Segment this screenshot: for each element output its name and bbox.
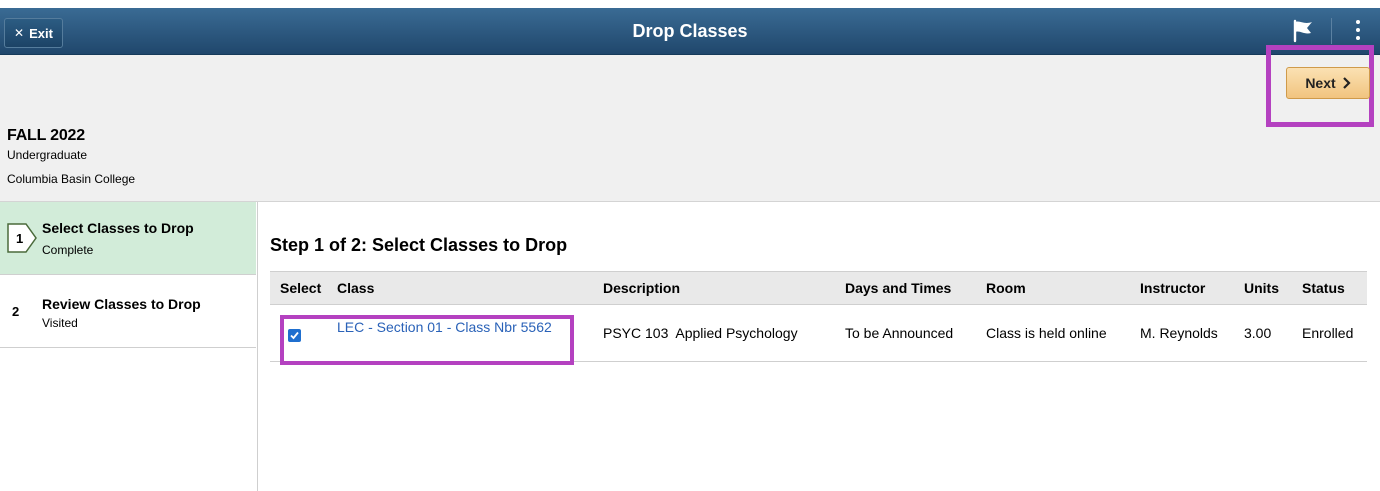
instructor-cell: M. Reynolds (1140, 304, 1244, 362)
flag-icon (1293, 19, 1312, 43)
more-vertical-icon[interactable] (1346, 16, 1370, 46)
step-1-arrow-icon: 1 (7, 223, 37, 253)
column-header: Room (986, 271, 1140, 305)
column-header: Description (603, 271, 845, 305)
class-cell: LEC - Section 01 - Class Nbr 5562 (337, 304, 603, 362)
column-header: Days and Times (845, 271, 986, 305)
term-banner: FALL 2022 Undergraduate Columbia Basin C… (0, 55, 1380, 202)
step-select-classes[interactable]: 1 Select Classes to Drop Complete (0, 202, 256, 275)
select-cell (270, 304, 337, 362)
term-label: FALL 2022 (7, 127, 85, 144)
exit-button[interactable]: ✕ Exit (4, 18, 63, 48)
column-header: Status (1302, 271, 1367, 305)
checkmark-icon (290, 331, 299, 340)
header-divider (1331, 18, 1332, 44)
step-navigation: 1 Select Classes to Drop Complete 2 Revi… (0, 202, 258, 491)
column-header: Instructor (1140, 271, 1244, 305)
table-header-row: Select Class Description Days and Times … (270, 271, 1367, 305)
step-status: Complete (42, 243, 94, 257)
next-label: Next (1305, 75, 1336, 91)
chevron-right-icon (1342, 77, 1351, 89)
classes-table: Select Class Description Days and Times … (270, 271, 1367, 362)
days-times-cell: To be Announced (845, 304, 986, 362)
career-label: Undergraduate (7, 148, 88, 162)
title-bar: ✕ Exit Drop Classes (0, 8, 1380, 55)
column-header: Class (337, 271, 603, 305)
page-title: Drop Classes (632, 21, 748, 41)
step-title: Review Classes to Drop (42, 296, 201, 312)
status-cell: Enrolled (1302, 304, 1367, 362)
room-cell: Class is held online (986, 304, 1140, 362)
step-number: 1 (16, 231, 23, 246)
top-strip (0, 0, 1380, 8)
institution-label: Columbia Basin College (7, 172, 136, 186)
next-button[interactable]: Next (1286, 67, 1370, 99)
exit-label: Exit (29, 25, 53, 41)
flag-button[interactable] (1289, 17, 1317, 45)
step-number: 2 (12, 304, 20, 319)
units-cell: 3.00 (1244, 304, 1302, 362)
step-title: Select Classes to Drop (42, 220, 194, 236)
step-status: Visited (42, 316, 78, 330)
step-heading: Step 1 of 2: Select Classes to Drop (270, 235, 568, 255)
table-row: LEC - Section 01 - Class Nbr 5562 PSYC 1… (270, 304, 1367, 362)
close-icon: ✕ (14, 26, 25, 40)
step-review-classes[interactable]: 2 Review Classes to Drop Visited (0, 275, 256, 348)
select-checkbox[interactable] (288, 329, 301, 342)
description-cell: PSYC 103 Applied Psychology (603, 304, 845, 362)
class-link[interactable]: LEC - Section 01 - Class Nbr 5562 (337, 319, 552, 335)
column-header: Units (1244, 271, 1302, 305)
column-header: Select (270, 271, 337, 305)
